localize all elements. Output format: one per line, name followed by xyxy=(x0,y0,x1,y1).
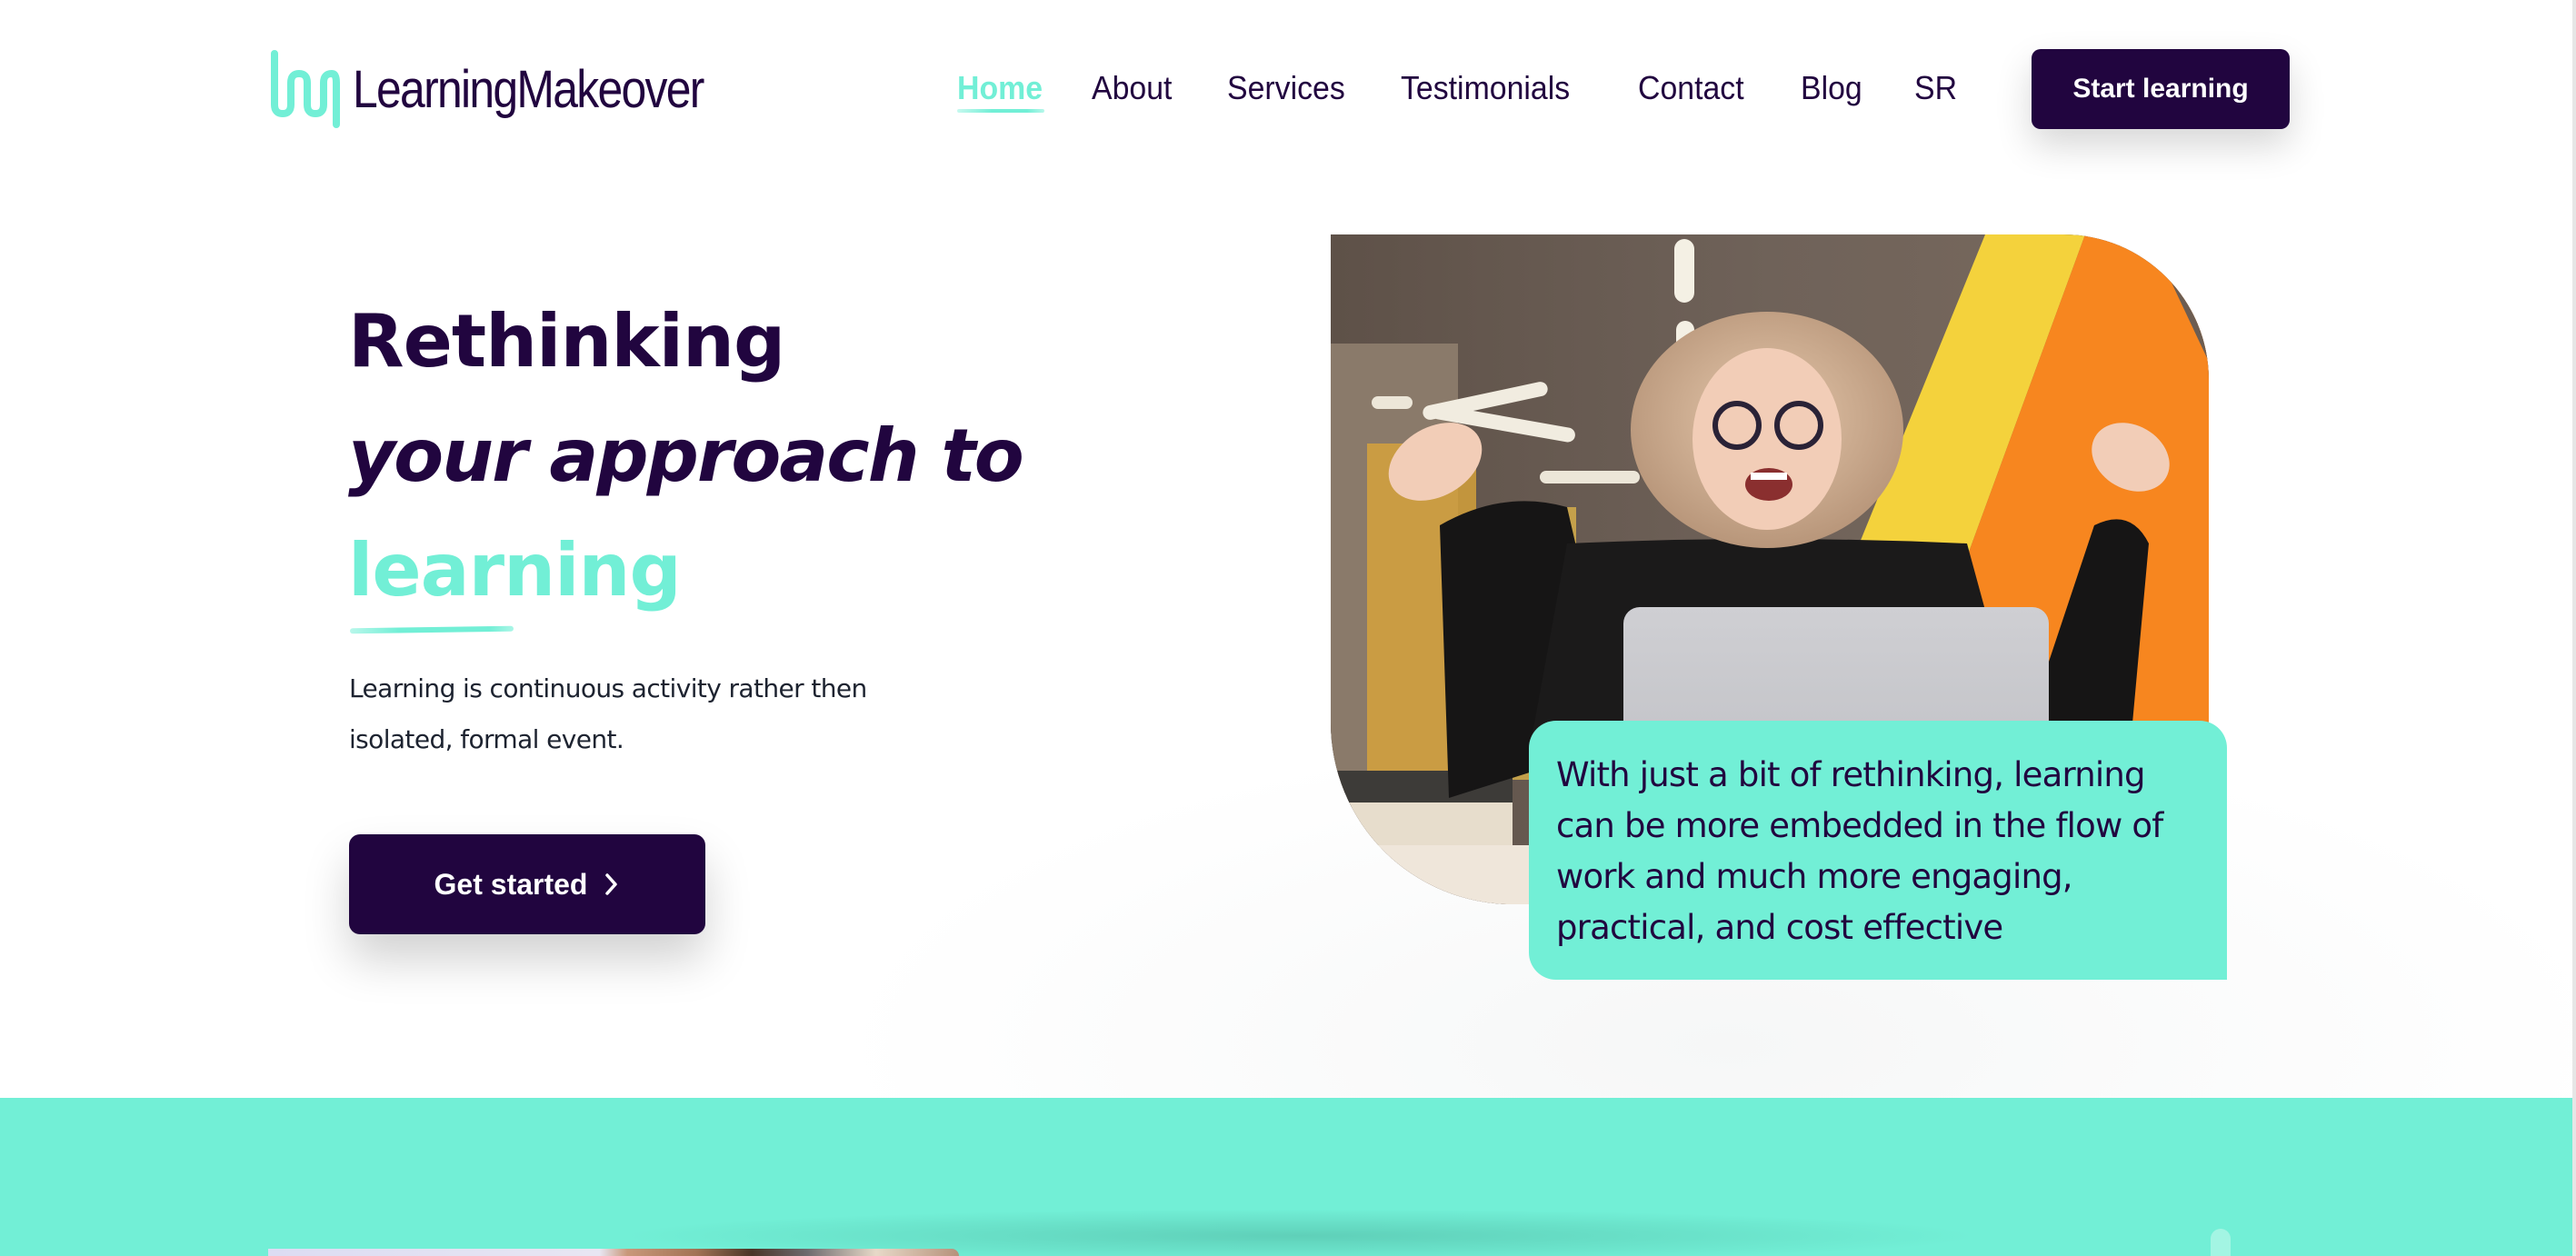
section-image-peek xyxy=(268,1249,959,1256)
nav-item-about[interactable]: About xyxy=(1092,65,1172,111)
chevron-right-icon xyxy=(605,873,618,895)
hero-subtitle: Learning is continuous activity rather t… xyxy=(349,673,867,754)
headline-line-3-highlight: learning xyxy=(348,528,682,613)
active-nav-underline xyxy=(957,109,1044,113)
wave-line-logo-icon xyxy=(271,50,340,128)
nav-item-home[interactable]: Home xyxy=(957,65,1043,111)
headline-line-2: your approach to xyxy=(348,414,1024,498)
logo-link[interactable]: LearningMakeover xyxy=(268,47,704,129)
nav-item-testimonials[interactable]: Testimonials xyxy=(1401,65,1570,111)
nav-item-blog[interactable]: Blog xyxy=(1801,65,1862,111)
decorative-shape xyxy=(2211,1229,2231,1256)
start-learning-button[interactable]: Start learning xyxy=(2032,49,2290,129)
nav-item-sr[interactable]: SR xyxy=(1914,65,1957,111)
nav-item-contact[interactable]: Contact xyxy=(1638,65,1744,111)
logo-text: LearningMakeover xyxy=(353,60,704,119)
hero-caption-card: With just a bit of rethinking, learning … xyxy=(1529,721,2227,980)
window-right-edge xyxy=(2572,0,2576,1256)
get-started-label: Get started xyxy=(434,867,588,901)
get-started-button[interactable]: Get started xyxy=(349,834,705,934)
nav-item-services[interactable]: Services xyxy=(1227,65,1345,111)
hero-caption-text: With just a bit of rethinking, learning … xyxy=(1556,755,2163,947)
headline-line-1: Rethinking xyxy=(348,299,785,384)
